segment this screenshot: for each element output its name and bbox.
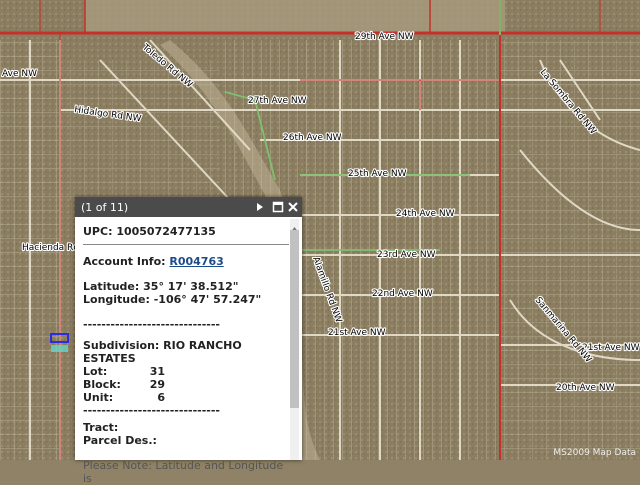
upc-row: UPC: 1005072477135 <box>83 225 289 238</box>
block-value: 29 <box>149 378 165 391</box>
next-icon[interactable] <box>253 200 267 214</box>
dash-separator: ------------------------------ <box>83 318 220 331</box>
popup-header: (1 of 11) <box>75 197 302 217</box>
road-label: 29th Ave NW <box>355 32 414 42</box>
road-label: 21st Ave NW <box>328 328 386 338</box>
road-label: Ave NW <box>2 69 37 79</box>
account-link[interactable]: R004763 <box>169 255 223 268</box>
latitude-row: Latitude: 35° 17' 38.512" <box>83 280 289 293</box>
road-label: 26th Ave NW <box>283 133 342 143</box>
road-label: 20th Ave NW <box>556 383 615 393</box>
map-watermark: MS2009 Map Data <box>553 448 636 458</box>
terrain-light-band <box>85 0 505 32</box>
popup-count: (1 of 11) <box>81 201 129 214</box>
road-label: Hacienda Rd <box>22 243 79 253</box>
upc-value: 1005072477135 <box>116 225 216 238</box>
upc-label: UPC: <box>83 225 113 238</box>
scroll-up-icon[interactable] <box>290 219 299 231</box>
lot-row: Lot: 31 <box>83 365 289 378</box>
longitude-row: Longitude: -106° 47' 57.247" <box>83 293 289 306</box>
popup-scrollbar-thumb[interactable] <box>290 230 299 408</box>
road-label: 21st Ave NW <box>582 343 640 353</box>
lot-label: Lot: <box>83 365 108 378</box>
maximize-icon[interactable] <box>271 200 285 214</box>
lot-value: 31 <box>149 365 165 378</box>
close-icon[interactable] <box>286 200 300 214</box>
road-label: 23rd Ave NW <box>377 250 436 260</box>
coordinate-note: Please Note: Latitude and Longitude is <box>83 459 284 485</box>
subdivision-row: Subdivision: RIO RANCHO ESTATES <box>83 339 289 365</box>
road-label: 22nd Ave NW <box>372 289 433 299</box>
divider <box>83 244 289 245</box>
block-row: Block: 29 <box>83 378 289 391</box>
tract-label: Tract: <box>83 421 119 434</box>
latitude-value: 35° 17' 38.512" <box>143 280 239 293</box>
account-row: Account Info: R004763 <box>83 255 289 268</box>
dash-separator: ------------------------------ <box>83 404 220 417</box>
unit-label: Unit: <box>83 391 114 404</box>
popup-content: UPC: 1005072477135 Account Info: R004763… <box>83 225 289 485</box>
longitude-label: Longitude: <box>83 293 150 306</box>
latitude-label: Latitude: <box>83 280 140 293</box>
account-label: Account Info: <box>83 255 166 268</box>
road-label: 27th Ave NW <box>248 96 307 106</box>
longitude-value: -106° 47' 57.247" <box>153 293 262 306</box>
road-label: 25th Ave NW <box>348 169 407 179</box>
selected-parcel-adjacent[interactable] <box>51 345 68 352</box>
subdivision-label: Subdivision: <box>83 339 160 352</box>
parcel-info-popup: (1 of 11) UPC: 1005072477135 Account Inf… <box>75 197 302 485</box>
road-label: 24th Ave NW <box>396 209 455 219</box>
unit-value: 6 <box>157 391 165 404</box>
unit-row: Unit: 6 <box>83 391 289 404</box>
block-label: Block: <box>83 378 121 391</box>
lot-block <box>220 40 310 200</box>
parcel-des-label: Parcel Des.: <box>83 434 157 447</box>
